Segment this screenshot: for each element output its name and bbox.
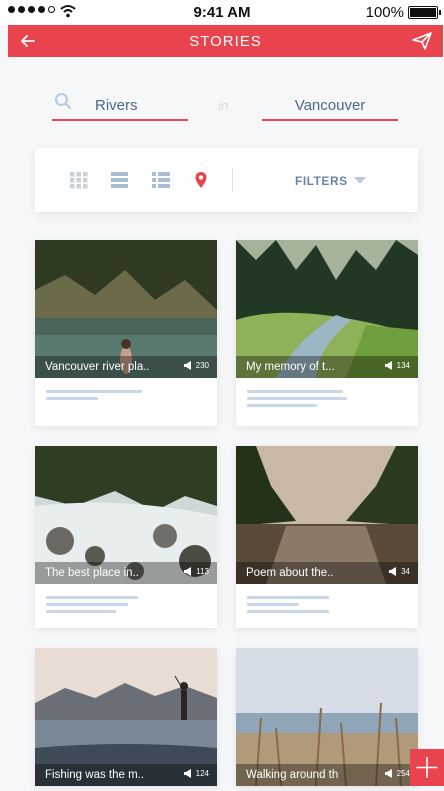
story-excerpt-line <box>247 404 317 407</box>
caption-bar: Walking around th 254 <box>236 764 418 786</box>
page-title: STORIES <box>189 33 262 50</box>
search-query: Rivers <box>95 97 138 114</box>
story-excerpt-line <box>247 397 347 400</box>
story-excerpt-line <box>247 390 343 393</box>
story-card[interactable]: Walking around th 254 <box>236 648 418 786</box>
story-count: 134 <box>396 361 410 370</box>
paper-plane-icon[interactable] <box>411 30 433 52</box>
story-stat: 113 <box>183 567 209 576</box>
story-excerpt-line <box>46 390 142 393</box>
story-count: 254 <box>396 769 410 778</box>
story-excerpt-line <box>247 596 329 599</box>
story-caption: Fishing was the m.. <box>45 769 145 781</box>
grid-view-icon[interactable] <box>70 171 88 189</box>
app-bar: STORIES <box>8 25 443 57</box>
story-stat: 254 <box>384 769 410 778</box>
search-icon <box>55 93 72 110</box>
story-excerpt-line <box>247 610 329 613</box>
megaphone-icon <box>183 769 191 778</box>
megaphone-icon <box>389 567 397 576</box>
story-photo: Poem about the.. 34 <box>236 446 418 584</box>
location-value: Vancouver <box>294 97 366 114</box>
story-stat: 124 <box>183 769 209 778</box>
story-stat: 34 <box>388 567 410 576</box>
megaphone-icon <box>183 361 191 370</box>
view-toolbar: FILTERS <box>35 148 418 212</box>
story-count: 230 <box>195 361 209 370</box>
caret-down-icon[interactable] <box>354 177 366 184</box>
add-story-button[interactable] <box>410 749 444 786</box>
filters-button[interactable]: FILTERS <box>295 174 348 188</box>
story-photo: My memory of t... 134 <box>236 240 418 378</box>
story-excerpt-line <box>46 603 128 606</box>
status-bar: 9:41 AM 100% <box>0 0 444 25</box>
story-photo: Vancouver river pla.. 230 <box>35 240 217 378</box>
search-input[interactable]: Rivers <box>52 88 188 121</box>
search-connector: in <box>218 98 229 113</box>
story-excerpt-line <box>247 603 299 606</box>
map-pin-icon[interactable] <box>192 171 210 189</box>
list-view-icon[interactable] <box>111 171 129 189</box>
battery-icon <box>408 6 441 19</box>
story-caption: My memory of t... <box>246 361 335 373</box>
caption-bar: Fishing was the m.. 124 <box>35 764 217 786</box>
caption-bar: The best place in.. 113 <box>35 562 217 584</box>
caption-bar: Vancouver river pla.. 230 <box>35 356 217 378</box>
megaphone-icon <box>384 769 392 778</box>
story-card[interactable]: Vancouver river pla.. 230 <box>35 240 217 426</box>
story-count: 124 <box>195 769 209 778</box>
story-card[interactable]: The best place in.. 113 <box>35 446 217 628</box>
location-input[interactable]: Vancouver <box>262 88 398 121</box>
detail-list-icon[interactable] <box>152 171 170 189</box>
story-card[interactable]: Poem about the.. 34 <box>236 446 418 628</box>
battery-percent: 100% <box>365 4 404 21</box>
story-caption: Poem about the.. <box>246 567 334 579</box>
story-caption: Vancouver river pla.. <box>45 361 150 373</box>
story-card[interactable]: Fishing was the m.. 124 <box>35 648 217 786</box>
story-photo: The best place in.. 113 <box>35 446 217 584</box>
plus-icon <box>416 757 438 778</box>
story-stat: 230 <box>183 361 209 370</box>
story-excerpt-line <box>46 610 116 613</box>
story-excerpt-line <box>46 397 98 400</box>
caption-bar: My memory of t... 134 <box>236 356 418 378</box>
story-stat: 134 <box>384 361 410 370</box>
story-caption: Walking around th <box>246 769 339 781</box>
story-count: 113 <box>196 567 209 576</box>
caption-bar: Poem about the.. 34 <box>236 562 418 584</box>
toolbar-divider <box>232 168 233 192</box>
story-excerpt-line <box>46 596 138 599</box>
megaphone-icon <box>184 567 192 576</box>
story-count: 34 <box>401 567 410 576</box>
story-caption: The best place in.. <box>45 567 139 579</box>
megaphone-icon <box>384 361 392 370</box>
story-photo: Walking around th 254 <box>236 648 418 786</box>
story-card[interactable]: My memory of t... 134 <box>236 240 418 426</box>
story-photo: Fishing was the m.. 124 <box>35 648 217 786</box>
